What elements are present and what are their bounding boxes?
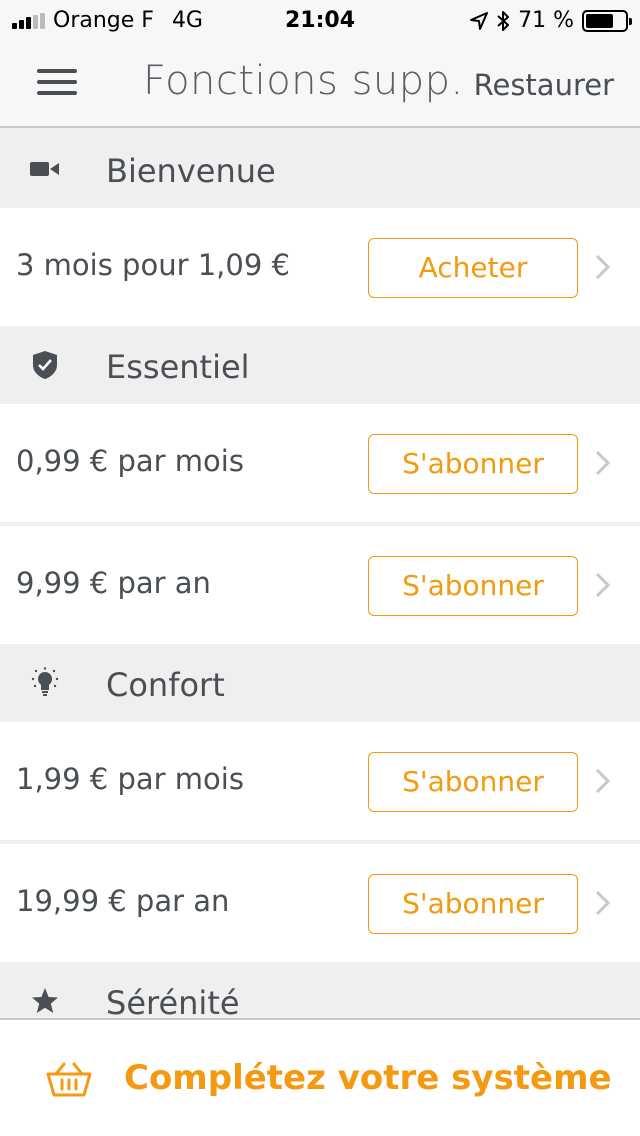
chevron-right-icon[interactable] [592, 570, 614, 600]
offer-price: 1,99 € par mois [16, 762, 244, 796]
section-title: Confort [106, 666, 225, 704]
offer-row[interactable]: 3 mois pour 1,09 € Acheter [0, 208, 640, 326]
lightbulb-icon [28, 644, 62, 722]
offer-price: 0,99 € par mois [16, 444, 244, 478]
page-title: Fonctions supp. [143, 58, 464, 104]
complete-system-label: Complétez votre système [124, 1058, 612, 1098]
subscribe-button[interactable]: S'abonner [368, 874, 578, 934]
offer-row[interactable]: 1,99 € par mois S'abonner [0, 722, 640, 840]
section-title: Sérénité [106, 984, 240, 1018]
offer-row[interactable]: 9,99 € par an S'abonner [0, 526, 640, 644]
offer-price: 19,99 € par an [16, 884, 230, 918]
chevron-right-icon[interactable] [592, 448, 614, 478]
section-title: Bienvenue [106, 152, 276, 190]
battery-percent: 71 % [518, 8, 574, 33]
chevron-right-icon[interactable] [592, 888, 614, 918]
subscribe-button[interactable]: S'abonner [368, 434, 578, 494]
section-header-confort: Confort [0, 644, 640, 722]
buy-button[interactable]: Acheter [368, 238, 578, 298]
offer-row[interactable]: 19,99 € par an S'abonner [0, 844, 640, 962]
hamburger-menu-button[interactable] [34, 64, 80, 104]
subscribe-button[interactable]: S'abonner [368, 752, 578, 812]
location-arrow-icon [470, 11, 489, 30]
basket-icon [46, 1062, 92, 1097]
complete-system-button[interactable]: Complétez votre système [0, 1018, 640, 1136]
navigation-bar: Fonctions supp. Restaurer [0, 40, 640, 128]
section-header-bienvenue: Bienvenue [0, 130, 640, 208]
offers-list: Bienvenue 3 mois pour 1,09 € Acheter Ess… [0, 130, 640, 1018]
offer-price: 3 mois pour 1,09 € [16, 248, 290, 282]
offer-row[interactable]: 0,99 € par mois S'abonner [0, 404, 640, 522]
offer-price: 9,99 € par an [16, 566, 211, 600]
battery-icon [582, 9, 632, 32]
video-camera-icon [28, 130, 62, 208]
chevron-right-icon[interactable] [592, 766, 614, 796]
bluetooth-icon [497, 10, 510, 31]
status-bar: Orange F 4G 21:04 71 % [0, 0, 640, 40]
subscribe-button[interactable]: S'abonner [368, 556, 578, 616]
status-right: 71 % [470, 8, 632, 33]
restore-button[interactable]: Restaurer [474, 68, 614, 102]
chevron-right-icon[interactable] [592, 252, 614, 282]
section-title: Essentiel [106, 348, 250, 386]
section-header-serenite: Sérénité [0, 962, 640, 1018]
star-icon [28, 962, 62, 1018]
shield-check-icon [28, 326, 62, 404]
section-header-essentiel: Essentiel [0, 326, 640, 404]
